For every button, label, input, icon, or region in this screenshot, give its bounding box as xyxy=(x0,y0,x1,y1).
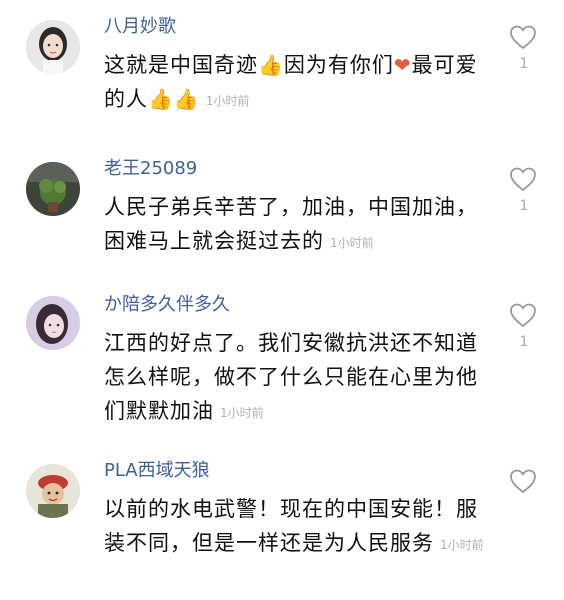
thumbs-up-icon: 👍 xyxy=(148,87,174,111)
like-button[interactable] xyxy=(509,24,537,50)
comment-time: 1小时前 xyxy=(440,538,484,552)
comment-text-body: 江西的好点了。我们安徽抗洪还不知道怎么样呢，做不了什么只能在心里为他们默默加油 xyxy=(104,331,478,423)
comment-text-part: 这就是中国奇迹 xyxy=(104,53,258,77)
comment-text-part: 因为有你们 xyxy=(283,53,394,77)
thumbs-up-icon: 👍 xyxy=(173,87,200,111)
comment-text: 人民子弟兵辛苦了，加油，中国加油，困难马上就会挺过去的 1小时前 xyxy=(104,190,494,260)
heart-outline-icon xyxy=(510,469,536,493)
like-count: 1 xyxy=(519,198,529,214)
heart-outline-icon xyxy=(510,25,536,49)
like-count: 1 xyxy=(519,56,529,72)
comment-time: 1小时前 xyxy=(220,406,264,420)
avatar[interactable] xyxy=(26,20,80,74)
comment-text: 这就是中国奇迹👍因为有你们❤最可爱的人👍👍 1小时前 xyxy=(104,48,494,118)
username[interactable]: か陪多久伴多久 xyxy=(104,292,230,318)
like-count: 1 xyxy=(519,334,529,350)
like-button[interactable] xyxy=(509,468,537,494)
avatar[interactable] xyxy=(26,162,80,216)
like-button[interactable] xyxy=(509,166,537,192)
avatar-image xyxy=(26,464,80,518)
username[interactable]: PLA西域天狼 xyxy=(104,458,210,484)
avatar[interactable] xyxy=(26,464,80,518)
thumbs-up-icon: 👍 xyxy=(258,53,284,77)
like-button[interactable] xyxy=(509,302,537,328)
comment-text: 江西的好点了。我们安徽抗洪还不知道怎么样呢，做不了什么只能在心里为他们默默加油 1… xyxy=(104,326,494,430)
comment-time: 1小时前 xyxy=(205,94,250,108)
avatar-image xyxy=(26,296,80,350)
comment-list: 八月妙歌 这就是中国奇迹👍因为有你们❤最可爱的人👍👍 1小时前 1 老王25089 xyxy=(0,0,564,600)
username[interactable]: 老王25089 xyxy=(104,156,197,182)
avatar[interactable] xyxy=(26,296,80,350)
avatar-image xyxy=(26,20,80,74)
heart-outline-icon xyxy=(510,167,536,191)
comment-time: 1小时前 xyxy=(330,236,374,250)
avatar-image xyxy=(26,162,80,216)
heart-icon: ❤ xyxy=(393,53,412,77)
heart-outline-icon xyxy=(510,303,536,327)
comment-text: 以前的水电武警！现在的中国安能！服装不同，但是一样还是为人民服务 1小时前 xyxy=(104,492,494,562)
comment-text-body: 人民子弟兵辛苦了，加油，中国加油，困难马上就会挺过去的 xyxy=(104,195,478,253)
comment-text-body: 以前的水电武警！现在的中国安能！服装不同，但是一样还是为人民服务 xyxy=(104,497,478,555)
username[interactable]: 八月妙歌 xyxy=(104,14,176,40)
